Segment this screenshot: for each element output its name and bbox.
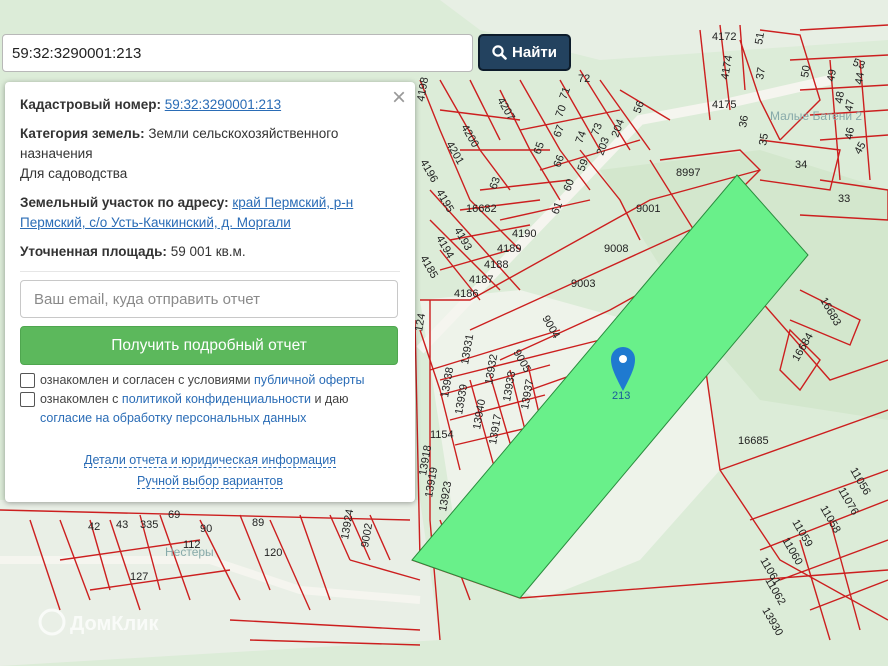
parcel-label: 50	[799, 64, 813, 78]
report-details-link[interactable]: Детали отчета и юридическая информация	[84, 453, 336, 468]
marker-label: 213	[612, 390, 630, 402]
info-panel: × Кадастровый номер: 59:32:3290001:213 К…	[5, 82, 415, 502]
parcel-label: 4186	[454, 288, 478, 300]
parcel-label: 90	[200, 523, 212, 535]
land-use-value: Для садоводства	[20, 166, 128, 181]
parcel-label: 36	[737, 114, 751, 128]
parcel-label: 72	[578, 73, 590, 85]
parcel-label: 51	[753, 31, 767, 45]
parcel-label: 9003	[571, 278, 595, 290]
parcel-label: 34	[795, 159, 807, 171]
privacy-consent-checkbox[interactable]	[20, 392, 35, 407]
parcel-label: 4188	[484, 259, 508, 271]
divider	[20, 271, 400, 272]
parcel-label: 42	[88, 521, 100, 533]
parcel-label: 4175	[712, 99, 736, 111]
get-report-button[interactable]: Получить подробный отчет	[20, 326, 398, 365]
parcel-label: 4187	[469, 274, 493, 286]
parcel-label: 335	[140, 519, 158, 531]
manual-selection-link[interactable]: Ручной выбор вариантов	[137, 474, 283, 489]
close-icon[interactable]: ×	[392, 86, 406, 110]
parcel-label: 37	[754, 66, 768, 80]
address-row: Земельный участок по адресу: край Пермск…	[20, 195, 354, 230]
parcel-label: 4190	[512, 228, 536, 240]
public-offer-link[interactable]: публичной оферты	[254, 373, 364, 387]
parcel-label: 16682	[466, 203, 497, 215]
area-value: 59 001 кв.м.	[170, 244, 246, 259]
cadastral-number-row: Кадастровый номер: 59:32:3290001:213	[20, 97, 282, 112]
parcel-label: 9008	[604, 243, 628, 255]
parcel-label: 16685	[738, 435, 769, 447]
parcel-label: 1154	[430, 429, 454, 441]
parcel-label: 47	[843, 98, 857, 112]
privacy-policy-link[interactable]: политикой конфиденциальности	[122, 392, 311, 406]
offer-consent-checkbox-row: ознакомлен и согласен с условиями публич…	[20, 371, 400, 390]
parcel-label: 46	[843, 126, 857, 140]
find-button[interactable]: Найти	[478, 34, 571, 71]
parcel-label: 33	[838, 193, 850, 205]
privacy-consent-checkbox-row: ознакомлен с политикой конфиденциальност…	[20, 390, 400, 428]
parcel-label: 43	[116, 519, 128, 531]
parcel-label: 69	[168, 509, 180, 521]
parcel-label: 44	[853, 71, 867, 85]
search-field[interactable]	[2, 34, 473, 72]
bottom-links: Детали отчета и юридическая информация Р…	[20, 450, 400, 492]
email-field[interactable]	[20, 280, 398, 318]
parcel-label: 35	[757, 132, 771, 146]
parcel-label: 89	[252, 517, 264, 529]
area-row: Уточненная площадь: 59 001 кв.м.	[20, 244, 246, 259]
svg-text:ДомКлик: ДомКлик	[70, 613, 159, 635]
parcel-label: 9001	[636, 203, 660, 215]
search-icon	[492, 45, 507, 60]
cadastral-number-input[interactable]	[3, 35, 472, 71]
cadastral-number-link[interactable]: 59:32:3290001:213	[165, 97, 281, 112]
parcel-label: 127	[130, 571, 148, 583]
parcel-label: 120	[264, 547, 282, 559]
offer-consent-checkbox[interactable]	[20, 373, 35, 388]
parcel-label: 4172	[712, 31, 736, 43]
parcel-label: 8997	[676, 167, 700, 179]
find-button-label: Найти	[512, 44, 557, 61]
personal-data-consent-link[interactable]: согласие на обработку персональных данны…	[40, 411, 306, 425]
land-category-row: Категория земель: Земли сельскохозяйстве…	[20, 124, 400, 184]
parcel-label: 4189	[497, 243, 521, 255]
parcel-label: 112	[183, 539, 201, 551]
parcel-label: 49	[825, 68, 839, 82]
